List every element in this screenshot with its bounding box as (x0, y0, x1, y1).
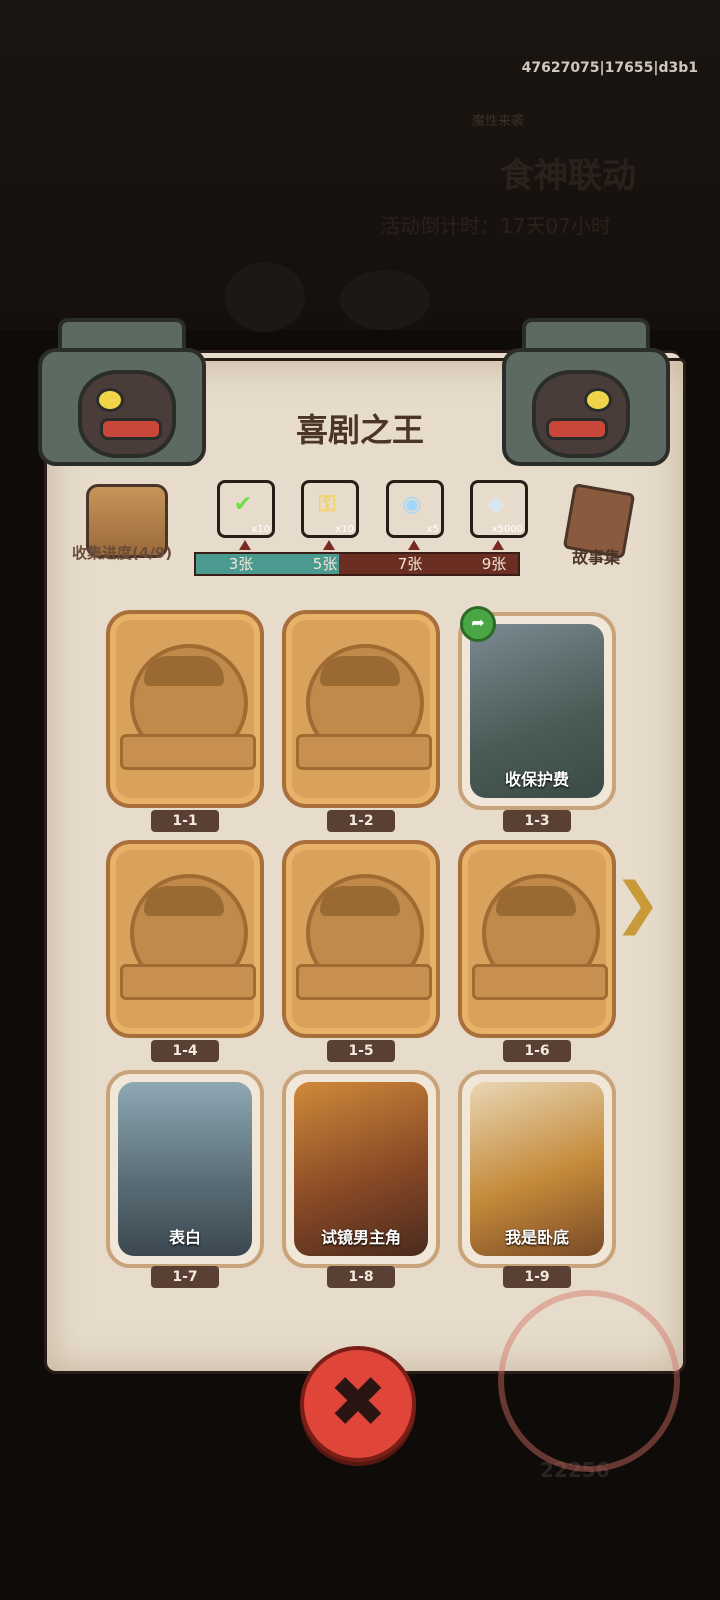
reward-slot-1[interactable]: ✔ x10 (217, 480, 275, 538)
dish-icon (340, 270, 430, 330)
story-card-locked[interactable] (106, 610, 264, 808)
ribbon (472, 964, 608, 1000)
ribbon (296, 734, 432, 770)
threshold-label: 7张 (397, 555, 423, 573)
story-card-locked[interactable] (282, 840, 440, 1038)
card-number: 1-6 (503, 1040, 571, 1062)
share-icon[interactable]: ➦ (460, 606, 496, 642)
card-caption: 我是卧底 (504, 1228, 569, 1247)
reward-qty: x5 (426, 524, 439, 535)
close-icon: ✖ (328, 1361, 388, 1443)
card-number: 1-9 (503, 1266, 571, 1288)
story-card-locked[interactable] (282, 610, 440, 808)
threshold-marker (492, 540, 504, 550)
card-number: 1-8 (327, 1266, 395, 1288)
threshold-marker (239, 540, 251, 550)
story-card-open[interactable]: 收保护费 (458, 612, 616, 810)
panel-title: 喜剧之王 (295, 411, 424, 449)
collection-progress-bar: 3张 5张 7张 9张 (194, 552, 520, 576)
reward-slot-2[interactable]: ⚿ x10 (301, 480, 359, 538)
threshold-label: 5张 (312, 555, 338, 573)
ribbon (120, 964, 256, 1000)
reward-qty: x10 (251, 524, 270, 535)
golden-key-icon: ⚿ (318, 491, 336, 517)
hat-icon (144, 656, 224, 686)
build-id-text: 47627075|17655|d3b1 (521, 60, 698, 76)
hat-icon (144, 886, 224, 916)
hat-icon (320, 656, 400, 686)
event-title: 食神联动 (500, 156, 636, 196)
threshold-label: 9张 (481, 555, 507, 573)
reward-slot-4[interactable]: ◆ x5000 (470, 480, 528, 538)
threshold-label: 3张 (228, 555, 254, 573)
reward-slot-3[interactable]: ◉ x5 (386, 480, 444, 538)
story-collection-button[interactable]: 故事集 (572, 544, 620, 568)
card-number: 1-3 (503, 810, 571, 832)
card-caption: 收保护费 (504, 770, 569, 789)
ribbon (120, 734, 256, 770)
card-number: 1-7 (151, 1266, 219, 1288)
card-number: 1-5 (327, 1040, 395, 1062)
card-number: 1-1 (151, 810, 219, 832)
pot-icon (225, 262, 305, 332)
checkmark-ticket-icon: ✔ (233, 491, 253, 517)
hat-icon (496, 886, 576, 916)
event-subtitle: 魔性来袭 (472, 114, 525, 129)
event-countdown: 活动倒计时：17天07小时 (380, 214, 611, 238)
card-caption: 试镜男主角 (320, 1228, 401, 1247)
story-card-open[interactable]: 表白 (106, 1070, 264, 1268)
rainbow-orb-icon: ◉ (402, 491, 422, 517)
story-card-open[interactable]: 试镜男主角 (282, 1070, 440, 1268)
story-card-locked[interactable] (106, 840, 264, 1038)
story-card-open[interactable]: 我是卧底 (458, 1070, 616, 1268)
card-caption: 表白 (168, 1228, 201, 1247)
card-number: 1-4 (151, 1040, 219, 1062)
story-card-locked[interactable] (458, 840, 616, 1038)
reward-qty: x5000 (491, 524, 523, 535)
ribbon (296, 964, 432, 1000)
collect-progress-label: 收集进度(4/9) (72, 544, 173, 562)
close-button[interactable]: ✖ (300, 1346, 416, 1462)
crystal-gem-icon: ◆ (487, 491, 505, 517)
next-page-arrow-icon[interactable]: ❯ (614, 872, 661, 936)
hat-icon (320, 886, 400, 916)
threshold-marker (323, 540, 335, 550)
reward-qty: x10 (335, 524, 354, 535)
card-number: 1-2 (327, 810, 395, 832)
threshold-marker (408, 540, 420, 550)
wax-stamp-icon (498, 1290, 680, 1472)
